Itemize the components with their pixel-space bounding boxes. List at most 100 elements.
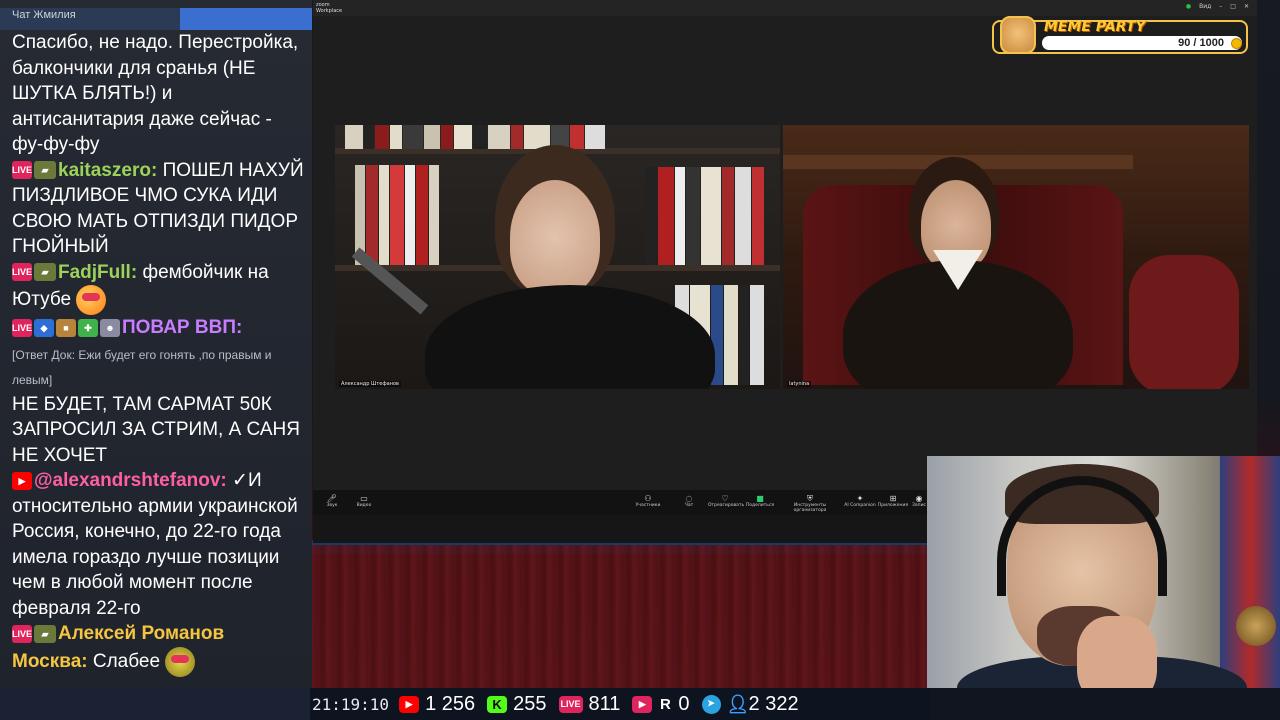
- participant-tile[interactable]: Александр Штефанов: [335, 125, 780, 389]
- doge-icon: [1000, 16, 1036, 54]
- toolbar-label: AI Companion: [844, 503, 876, 508]
- youtube-badge-icon: ▶: [12, 471, 32, 490]
- mic-icon: 🎤︎: [326, 494, 338, 503]
- mic-button[interactable]: 🎤︎ Звук: [315, 494, 349, 508]
- starstruck-emoji-icon: [76, 285, 107, 315]
- participants-button[interactable]: ⚇ Участники: [631, 494, 665, 508]
- telegram-icon: ➤: [701, 694, 721, 714]
- coin-icon: [1231, 38, 1242, 49]
- message-text: Слабее: [92, 650, 161, 672]
- live-badge-icon: LIVE: [12, 624, 32, 643]
- play-icon: ▶: [632, 695, 653, 713]
- chat-button[interactable]: ◌ Чат: [672, 494, 706, 508]
- participant-name: latynina: [787, 381, 812, 387]
- helmet-badge-icon: ◆: [34, 318, 54, 337]
- armchair-side: [1129, 255, 1239, 389]
- chat-message: Москва: Слабее: [12, 646, 308, 677]
- chat-message: LIVE ▰ Алексей Романов: [12, 621, 308, 647]
- clock: 21:19:10: [312, 694, 390, 714]
- toolbar-label: Видео: [356, 503, 372, 508]
- record-button[interactable]: ◉ Запис: [909, 494, 929, 508]
- apps-icon: ⊞: [889, 494, 897, 503]
- toolbar-label: Звук: [326, 503, 338, 508]
- youtube-viewers: 1 256: [425, 692, 476, 715]
- toolbar-label: Инструменты организатора: [793, 503, 827, 513]
- shield-icon: ●: [1185, 3, 1192, 10]
- reply-text: [Ответ Док: Ежи будет его гонять ,по пра…: [12, 347, 272, 388]
- live-badge-icon: LIVE: [12, 161, 32, 180]
- meme-party-widget: MEME PARTY 90 / 1000: [992, 16, 1248, 54]
- toolbar-label: Приложения: [877, 503, 909, 508]
- tank-badge-icon: ▰: [34, 161, 56, 180]
- zoom-window-controls: ● Вид – □ ✕: [1186, 3, 1249, 10]
- chat-messages[interactable]: Спасибо, не надо. Перестройка, балкончик…: [12, 30, 308, 677]
- share-icon: ■: [756, 494, 764, 503]
- books: [345, 125, 606, 149]
- participant-body: [425, 285, 715, 389]
- chat-message: ▶ @alexandrshtefanov: ✓И относительно арм…: [12, 468, 308, 621]
- chat-nick[interactable]: Москва:: [12, 651, 88, 672]
- streamer-webcam: [927, 456, 1280, 720]
- react-icon: ♡: [721, 494, 729, 503]
- vk-live-icon: LIVE: [558, 695, 583, 713]
- video-button[interactable]: ▭ Видео: [347, 494, 381, 508]
- toolbar-label: Отреагировать: [708, 503, 745, 508]
- chat-message: Спасибо, не надо. Перестройка, балкончик…: [12, 30, 308, 158]
- rutube-icon: R: [659, 695, 671, 713]
- participant-face: [510, 180, 600, 295]
- chat-title: Чат Жмилия: [12, 9, 76, 21]
- chat-nick[interactable]: Алексей Романов: [58, 623, 224, 644]
- tank-badge-icon: ▰: [34, 624, 56, 643]
- meme-party-progress: 90 / 1000: [1178, 37, 1224, 49]
- rutube-viewers: 0: [678, 692, 690, 715]
- zoom-app-sub: Workplace: [316, 8, 343, 14]
- viewer-stats: 21:19:10 ▶ 1 256 K 255 LIVE 811 ▶ R0 ➤ 👤︎ 2 …: [312, 693, 805, 715]
- video-icon: ▭: [360, 494, 368, 503]
- chat-nick[interactable]: @alexandrshtefanov:: [34, 470, 227, 491]
- record-icon: ◉: [915, 494, 923, 503]
- message-text: НЕ БУДЕТ, ТАМ САРМАТ 50К ЗАПРОСИЛ ЗА СТР…: [12, 393, 300, 466]
- live-badge-icon: LIVE: [12, 318, 32, 337]
- vkplay-viewers: 811: [588, 692, 621, 715]
- live-badge-icon: LIVE: [12, 263, 32, 282]
- chat-nick[interactable]: FadjFull:: [58, 262, 137, 283]
- close-icon[interactable]: ✕: [1244, 3, 1249, 10]
- chat-nick[interactable]: ПОВАР ВВП:: [122, 317, 242, 338]
- message-text: ✓И относительно армии украинской Россия,…: [12, 470, 298, 619]
- minimize-icon[interactable]: –: [1219, 3, 1222, 10]
- gift-badge-icon: ✚: [78, 318, 98, 337]
- maximize-icon[interactable]: □: [1230, 3, 1236, 10]
- toolbar-label: Запис: [912, 503, 926, 508]
- toolbar-label: Участники: [635, 503, 661, 508]
- chat-message: LIVE ▰ FadjFull: фембойчик на Ютубе: [12, 260, 308, 315]
- zoom-titlebar: zoom Workplace ● Вид – □ ✕: [313, 0, 1257, 16]
- kick-icon: K: [487, 695, 508, 713]
- youtube-icon: ▶: [399, 695, 420, 713]
- decor-red-band: [300, 545, 940, 695]
- host-tools-icon: ⛨: [807, 494, 813, 503]
- books: [645, 167, 765, 265]
- user-icon: 👤︎: [726, 693, 750, 714]
- share-button[interactable]: ■ Поделиться: [743, 494, 777, 508]
- emote-icon: [165, 646, 196, 677]
- globe: [1236, 606, 1276, 646]
- chat-icon: ◌: [685, 494, 693, 503]
- toolbar-label: Поделиться: [745, 503, 775, 508]
- chat-panel: Чат Жмилия Спасибо, не надо. Перестройка…: [0, 0, 312, 690]
- books: [355, 165, 440, 265]
- face-badge-icon: ☻: [100, 318, 120, 337]
- video-area: Александр Штефанов latynina: [313, 16, 1257, 490]
- participant-name: Александр Штефанов: [339, 381, 401, 387]
- total-viewers: 2 322: [748, 692, 799, 715]
- box-badge-icon: ■: [56, 318, 76, 337]
- apps-button[interactable]: ⊞ Приложения: [876, 494, 910, 508]
- react-button[interactable]: ♡ Отреагировать: [708, 494, 745, 508]
- kick-viewers: 255: [513, 692, 547, 715]
- tank-badge-icon: ▰: [34, 263, 56, 282]
- ai-companion-button[interactable]: ✦ AI Companion: [843, 494, 877, 508]
- participant-tile[interactable]: latynina: [783, 125, 1249, 389]
- stats-bar-left: [0, 688, 310, 720]
- host-tools-button[interactable]: ⛨ Инструменты организатора: [783, 494, 837, 513]
- view-button[interactable]: Вид: [1199, 3, 1211, 10]
- chat-nick[interactable]: kaitaszero:: [58, 160, 157, 181]
